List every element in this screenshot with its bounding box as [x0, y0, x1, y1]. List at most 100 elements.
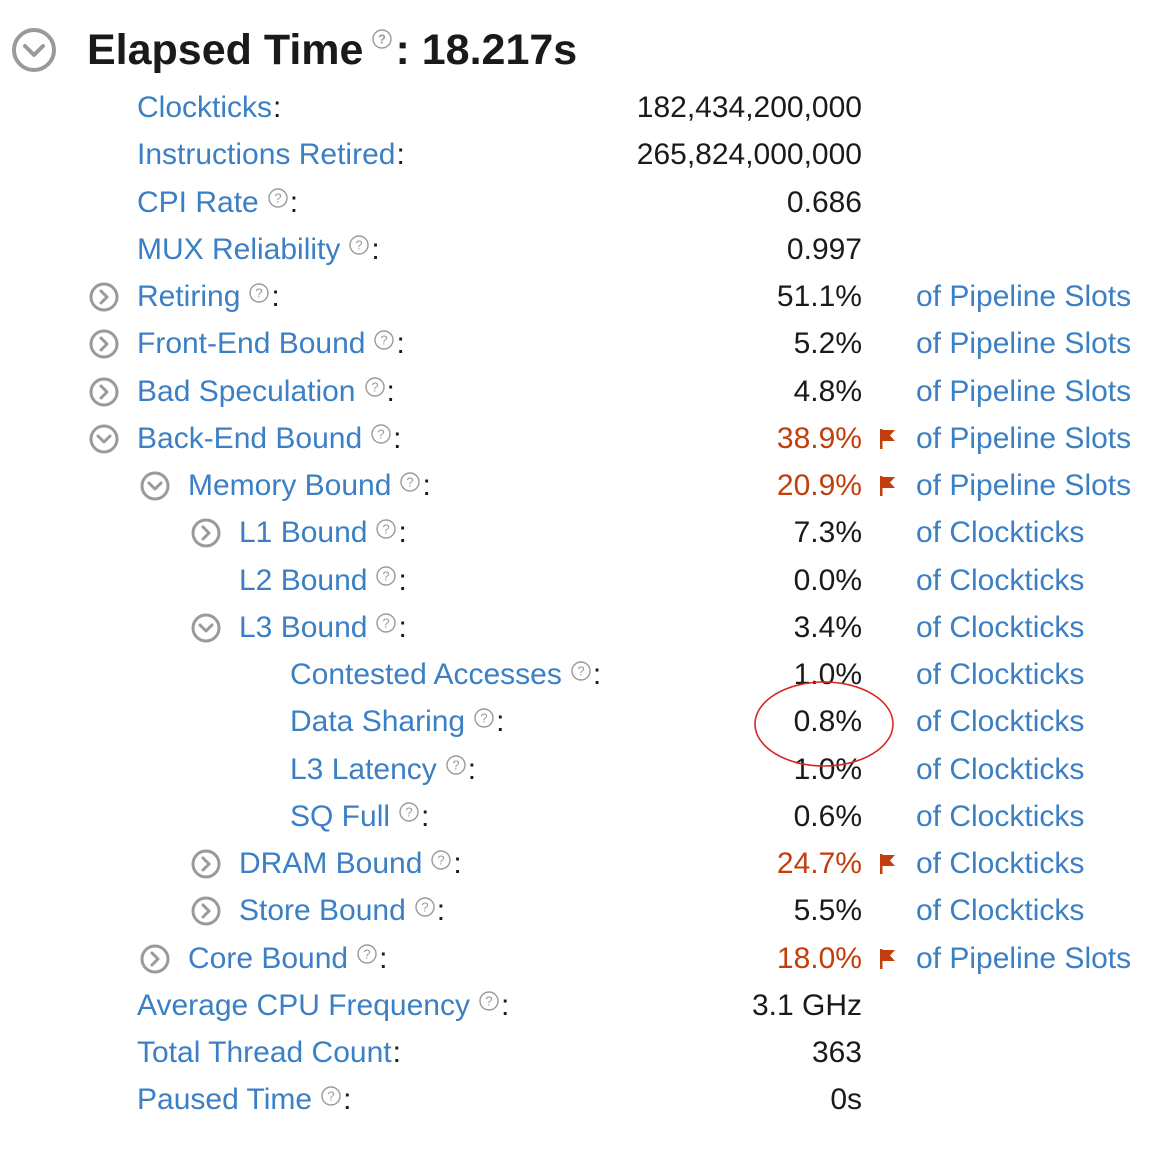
metric-unit-link[interactable]: of Clockticks — [916, 887, 1084, 934]
metric-label[interactable]: L1 Bound — [239, 509, 367, 556]
metric-label[interactable]: L3 Bound — [239, 604, 367, 651]
metric-row-front-end-bound: Front-End Bound?: 5.2% of Pipeline Slots — [0, 320, 1156, 367]
help-icon[interactable]: ? — [370, 423, 392, 445]
metric-label[interactable]: SQ Full — [290, 793, 390, 840]
collapse-toggle-icon[interactable] — [10, 26, 58, 74]
metric-label[interactable]: L3 Latency — [290, 746, 437, 793]
label-colon: : — [467, 752, 477, 786]
metric-label[interactable]: Data Sharing — [290, 698, 465, 745]
metric-label[interactable]: Paused Time — [137, 1076, 312, 1123]
metric-label[interactable]: Front-End Bound — [137, 320, 365, 367]
metric-label-group: Contested Accesses?: — [290, 651, 601, 698]
metric-unit-link[interactable]: of Clockticks — [916, 840, 1084, 887]
metric-unit-link[interactable]: of Pipeline Slots — [916, 935, 1131, 982]
metric-label[interactable]: Core Bound — [188, 935, 348, 982]
metric-label[interactable]: Instructions Retired — [137, 131, 395, 178]
metric-unit-link[interactable]: of Pipeline Slots — [916, 462, 1131, 509]
metric-unit-link[interactable]: of Clockticks — [916, 651, 1084, 698]
help-icon[interactable]: ? — [430, 849, 452, 871]
chevron-right-icon[interactable] — [88, 328, 120, 360]
label-colon: : — [379, 941, 388, 975]
metric-label[interactable]: MUX Reliability — [137, 226, 340, 273]
metric-label[interactable]: Total Thread Count — [137, 1029, 392, 1076]
help-icon[interactable]: ? — [356, 943, 378, 965]
help-icon[interactable]: ? — [320, 1085, 342, 1107]
label-colon: : — [393, 421, 402, 455]
metric-label[interactable]: Memory Bound — [188, 462, 391, 509]
chevron-right-icon[interactable] — [190, 848, 222, 880]
help-icon[interactable]: ? — [375, 565, 397, 587]
metric-row-l3-latency: L3 Latency?: 1.0% of Clockticks — [0, 746, 1156, 793]
svg-text:?: ? — [378, 427, 385, 442]
metric-value: 182,434,200,000 — [636, 91, 862, 124]
metric-unit-link[interactable]: of Clockticks — [916, 557, 1084, 604]
svg-text:?: ? — [421, 899, 428, 914]
metric-label-group: SQ Full?: — [290, 793, 429, 840]
metric-value: 265,824,000,000 — [636, 138, 862, 172]
chevron-down-icon[interactable] — [190, 612, 222, 644]
warning-flag-icon — [880, 948, 895, 969]
metric-label[interactable]: Clockticks — [137, 84, 272, 131]
help-icon[interactable]: ? — [375, 612, 397, 634]
metric-row-paused-time: Paused Time?: 0s — [0, 1076, 1156, 1123]
help-icon[interactable]: ? — [399, 471, 421, 493]
svg-text:?: ? — [274, 191, 281, 206]
chevron-right-icon[interactable] — [190, 895, 222, 927]
help-icon[interactable]: ? — [267, 187, 289, 209]
chevron-down-icon[interactable] — [139, 470, 171, 502]
metric-label-group: Core Bound?: — [188, 935, 387, 982]
help-icon[interactable]: ? — [398, 801, 420, 823]
metric-unit-link[interactable]: of Clockticks — [916, 698, 1084, 745]
metric-row-instructions-retired: Instructions Retired: 265,824,000,000 — [0, 131, 1156, 178]
metric-value: 7.3% — [793, 516, 862, 550]
help-icon[interactable]: ? — [348, 234, 370, 256]
metric-label[interactable]: L2 Bound — [239, 557, 367, 604]
svg-text:?: ? — [381, 332, 388, 347]
help-icon[interactable]: ? — [570, 660, 592, 682]
help-icon[interactable]: ? — [445, 754, 467, 776]
label-colon: : — [421, 799, 430, 833]
help-icon[interactable]: ? — [478, 990, 500, 1012]
metric-unit-link[interactable]: of Pipeline Slots — [916, 368, 1131, 415]
page-title-label: Elapsed Time — [87, 25, 364, 74]
metric-label[interactable]: Bad Speculation — [137, 368, 356, 415]
metric-label[interactable]: Store Bound — [239, 887, 406, 934]
metric-unit-link[interactable]: of Pipeline Slots — [916, 320, 1131, 367]
metric-unit-link[interactable]: of Clockticks — [916, 746, 1084, 793]
chevron-right-icon[interactable] — [190, 517, 222, 549]
help-icon[interactable]: ? — [414, 896, 436, 918]
metric-unit-link[interactable]: of Pipeline Slots — [916, 273, 1131, 320]
metric-unit-link[interactable]: of Clockticks — [916, 509, 1084, 556]
metric-label[interactable]: Back-End Bound — [137, 415, 362, 462]
help-icon[interactable]: ? — [371, 12, 393, 61]
chevron-right-icon[interactable] — [88, 376, 120, 408]
page-title-separator: : — [395, 25, 410, 74]
help-icon[interactable]: ? — [248, 282, 270, 304]
metric-label-group: Back-End Bound?: — [137, 415, 402, 462]
svg-text:?: ? — [371, 380, 378, 395]
svg-text:?: ? — [438, 852, 445, 867]
help-icon[interactable]: ? — [364, 376, 386, 398]
warning-flag-icon — [880, 428, 895, 449]
metric-unit-link[interactable]: of Clockticks — [916, 793, 1084, 840]
help-icon[interactable]: ? — [473, 707, 495, 729]
metric-label[interactable]: Retiring — [137, 273, 240, 320]
label-colon: : — [398, 610, 407, 644]
metric-label[interactable]: CPI Rate — [137, 179, 259, 226]
chevron-right-icon[interactable] — [88, 281, 120, 313]
help-icon[interactable]: ? — [375, 518, 397, 540]
metric-value: 3.4% — [793, 610, 862, 644]
metric-label-group: Data Sharing?: — [290, 698, 504, 745]
metric-row-memory-bound: Memory Bound?: 20.9% of Pipeline Slots — [0, 462, 1156, 509]
metric-label-group: Average CPU Frequency?: — [137, 982, 509, 1029]
chevron-right-icon[interactable] — [139, 943, 171, 975]
metric-label[interactable]: Contested Accesses — [290, 651, 562, 698]
metric-unit-link[interactable]: of Pipeline Slots — [916, 415, 1131, 462]
metric-row-l2-bound: L2 Bound?: 0.0% of Clockticks — [0, 557, 1156, 604]
metric-row-dram-bound: DRAM Bound?: 24.7% of Clockticks — [0, 840, 1156, 887]
metric-label[interactable]: DRAM Bound — [239, 840, 422, 887]
chevron-down-icon[interactable] — [88, 423, 120, 455]
metric-label[interactable]: Average CPU Frequency — [137, 982, 470, 1029]
metric-unit-link[interactable]: of Clockticks — [916, 604, 1084, 651]
help-icon[interactable]: ? — [373, 329, 395, 351]
